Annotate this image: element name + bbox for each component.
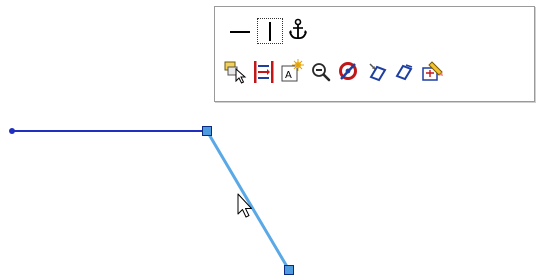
edit-sketch-icon xyxy=(422,61,443,81)
make-path-button[interactable] xyxy=(251,59,277,85)
vertical-relation-button[interactable] xyxy=(257,18,283,44)
offset-entities-button[interactable] xyxy=(392,59,418,85)
vertical-relation-icon xyxy=(269,22,271,41)
make-path-icon xyxy=(254,61,274,83)
context-toolbar: A xyxy=(214,6,535,102)
convert-entities-icon xyxy=(369,63,387,82)
line-start-point[interactable] xyxy=(9,128,15,134)
select-chain-icon xyxy=(224,61,247,84)
display-delete-relations-button[interactable] xyxy=(335,59,361,85)
offset-entities-icon xyxy=(395,64,413,81)
svg-text:A: A xyxy=(285,70,292,81)
add-dimension-button[interactable]: A xyxy=(279,59,305,85)
angled-sketch-line[interactable] xyxy=(205,130,291,271)
add-dimension-icon: A xyxy=(281,59,304,82)
select-chain-button[interactable] xyxy=(223,59,249,85)
horizontal-relation-icon xyxy=(230,31,250,33)
zoom-to-selection-icon xyxy=(312,63,331,82)
fix-relation-icon xyxy=(289,18,307,40)
fix-relation-button[interactable] xyxy=(285,17,311,43)
display-delete-relations-icon xyxy=(339,62,357,80)
horizontal-relation-button[interactable] xyxy=(227,19,253,45)
convert-entities-button[interactable] xyxy=(365,59,391,85)
zoom-to-selection-button[interactable] xyxy=(308,59,334,85)
edit-sketch-button[interactable] xyxy=(420,59,446,85)
line-endpoint-handle[interactable] xyxy=(202,126,212,136)
line-endpoint-handle[interactable] xyxy=(284,265,294,275)
graphics-area[interactable]: A xyxy=(0,0,543,279)
